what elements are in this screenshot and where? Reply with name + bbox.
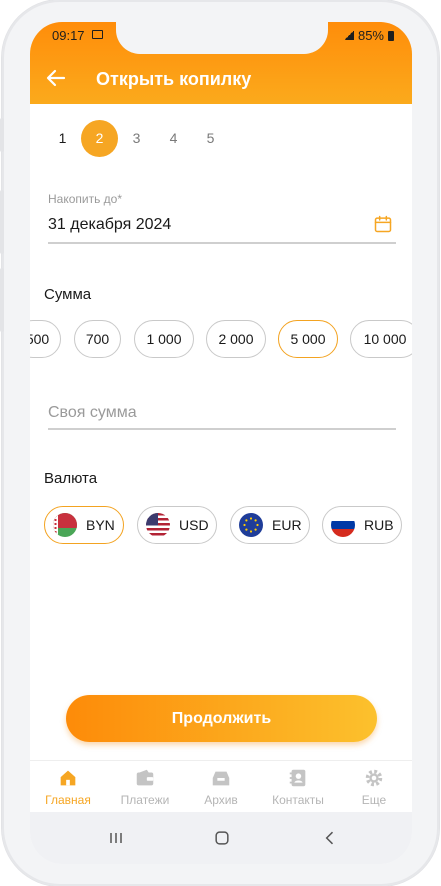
status-indicators: 85% <box>343 28 394 43</box>
recents-button[interactable] <box>104 826 128 850</box>
date-field-underline <box>48 242 396 244</box>
back-button[interactable] <box>318 826 342 850</box>
battery-level: 85% <box>357 28 384 43</box>
app-screen: 09:17 85% Открыть копилку 1 2 3 4 5 Нако… <box>30 22 412 864</box>
contacts-icon <box>289 769 306 787</box>
currency-code: RUB <box>364 517 394 533</box>
home-circle-icon <box>215 831 229 845</box>
power-button <box>0 268 4 332</box>
currency-byn[interactable]: BYN <box>44 506 124 544</box>
currency-section-title: Валюта <box>44 470 98 487</box>
gear-icon <box>365 769 383 787</box>
belarus-flag-icon <box>53 513 77 537</box>
camera-notch <box>116 22 328 54</box>
currency-rub[interactable]: RUB <box>322 506 402 544</box>
amount-chip[interactable]: 700 <box>74 320 121 358</box>
currency-code: BYN <box>86 517 115 533</box>
amount-chip[interactable]: 500 <box>30 320 61 358</box>
usa-flag-icon <box>146 513 170 537</box>
home-icon <box>60 770 76 786</box>
page-title: Открыть копилку <box>96 69 252 89</box>
eu-flag-icon <box>239 513 263 537</box>
tab-contacts[interactable]: Контакты <box>260 767 336 807</box>
tab-label: Контакты <box>272 793 324 807</box>
status-time: 09:17 <box>52 28 85 43</box>
tab-label: Главная <box>45 793 91 807</box>
signal-icon <box>343 31 354 40</box>
home-button[interactable] <box>210 826 234 850</box>
amount-chip[interactable]: 10 000 <box>350 320 412 358</box>
russia-flag-icon <box>331 513 355 537</box>
continue-button[interactable]: Продолжить <box>66 695 377 742</box>
wallet-icon <box>136 769 154 786</box>
recents-icon <box>110 833 122 843</box>
currency-code: USD <box>179 517 209 533</box>
tab-label: Еще <box>361 793 387 807</box>
volume-button <box>0 118 4 152</box>
date-field-label: Накопить до* <box>48 192 123 206</box>
chevron-left-icon <box>325 831 334 845</box>
gallery-icon <box>92 30 103 39</box>
step-indicator: 1 2 3 4 5 <box>44 119 229 157</box>
currency-eur[interactable]: EUR <box>230 506 310 544</box>
amount-chip[interactable]: 1 000 <box>134 320 194 358</box>
tab-label: Архив <box>204 793 238 807</box>
step-3[interactable]: 3 <box>118 120 155 157</box>
currency-usd[interactable]: USD <box>137 506 217 544</box>
step-4[interactable]: 4 <box>155 120 192 157</box>
archive-icon <box>212 771 230 786</box>
app-header: 09:17 85% Открыть копилку <box>30 22 412 104</box>
custom-amount-input[interactable] <box>48 398 396 430</box>
bottom-tab-bar: Главная Платежи Архив Контакты Еще <box>30 760 412 812</box>
tab-more[interactable]: Еще <box>336 767 412 807</box>
currency-code: EUR <box>272 517 302 533</box>
tab-label: Платежи <box>120 793 170 807</box>
step-2[interactable]: 2 <box>81 119 118 157</box>
back-arrow-icon[interactable] <box>44 66 68 90</box>
amount-chip-selected[interactable]: 5 000 <box>278 320 338 358</box>
date-field[interactable]: 31 декабря 2024 <box>48 216 171 234</box>
amount-chip[interactable]: 2 000 <box>206 320 266 358</box>
calendar-icon[interactable] <box>373 214 393 234</box>
tab-archive[interactable]: Архив <box>183 767 259 807</box>
battery-icon <box>388 30 394 41</box>
amount-section-title: Сумма <box>44 286 92 303</box>
volume-button <box>0 190 4 254</box>
tab-home[interactable]: Главная <box>30 767 106 807</box>
amount-options: 500 700 1 000 2 000 5 000 10 000 <box>30 320 412 358</box>
tab-payments[interactable]: Платежи <box>107 767 183 807</box>
android-nav-bar <box>30 812 412 864</box>
step-1[interactable]: 1 <box>44 120 81 157</box>
step-5[interactable]: 5 <box>192 120 229 157</box>
